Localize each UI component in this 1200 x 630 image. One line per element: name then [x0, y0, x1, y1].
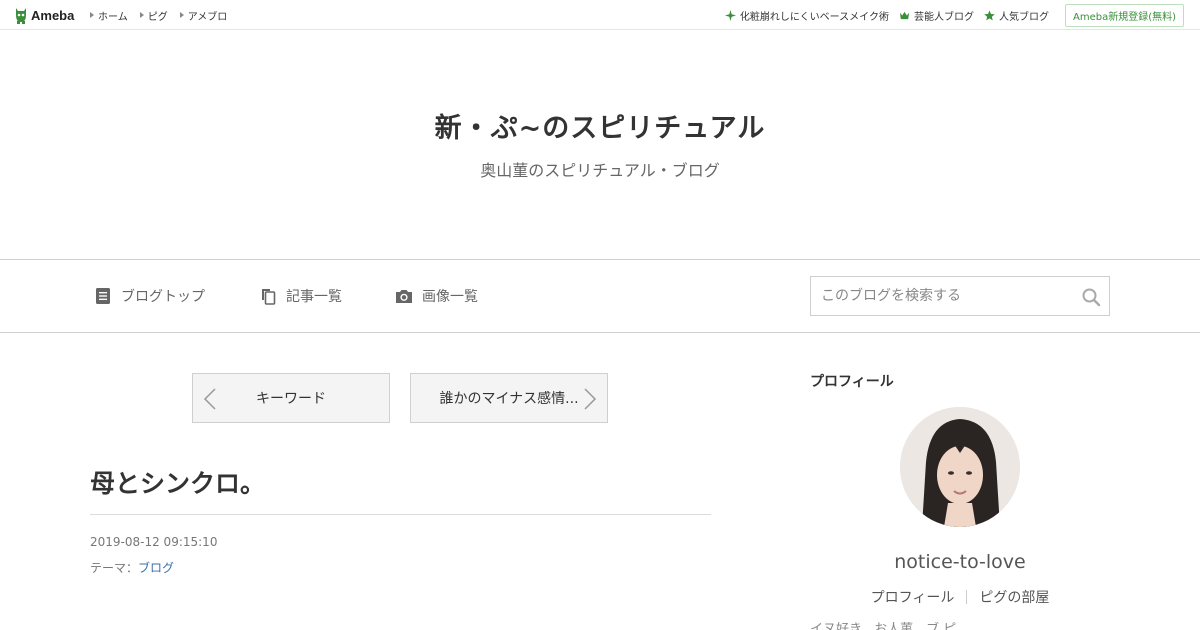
blog-title[interactable]: 新・ぷ~のスピリチュアル	[0, 106, 1200, 145]
global-nav-home[interactable]: ホーム	[90, 8, 128, 23]
nav-label: 画像一覧	[422, 289, 478, 305]
profile-description: イヌ好き、お人菫、ブ ピ	[810, 622, 957, 630]
divider	[90, 514, 711, 515]
copy-icon	[262, 289, 276, 305]
blog-search	[810, 276, 1110, 316]
ameba-logo[interactable]: Ameba	[14, 6, 74, 24]
profile-links: プロフィール ピグの部屋	[810, 587, 1110, 607]
crown-icon	[899, 11, 910, 19]
nav-blog-top[interactable]: ブログトップ	[94, 286, 205, 306]
search-input[interactable]	[811, 277, 1071, 315]
chevron-left-icon	[203, 388, 216, 410]
nav-label: 記事一覧	[286, 289, 342, 305]
profile-name[interactable]: notice-to-love	[810, 551, 1110, 573]
avatar-photo	[900, 407, 1020, 527]
avatar[interactable]	[900, 407, 1020, 527]
entry-theme: テーマ：ブログ	[90, 559, 174, 576]
star-icon	[984, 9, 995, 20]
global-nav: ホーム ピグ アメブロ	[90, 0, 227, 30]
global-header: Ameba ホーム ピグ アメブロ 化粧崩れしにくいベースメイク術 芸能人ブログ	[0, 0, 1200, 30]
global-nav-pigg[interactable]: ピグ	[139, 8, 168, 23]
header-link-celebrity[interactable]: 芸能人ブログ	[899, 8, 974, 23]
document-icon	[96, 288, 110, 304]
next-entry-label: 誰かのマイナス感情...	[439, 391, 579, 407]
pigg-room-link[interactable]: ピグの部屋	[979, 587, 1049, 607]
nav-label: ブログトップ	[121, 289, 205, 305]
header-link-makeup[interactable]: 化粧崩れしにくいベースメイク術	[724, 8, 889, 23]
profile-link[interactable]: プロフィール	[871, 587, 955, 607]
blog-nav: ブログトップ 記事一覧 画像一覧	[0, 259, 1200, 333]
triangle-right-icon	[139, 12, 144, 18]
prev-entry-label: キーワード	[256, 391, 326, 407]
nav-entry-list[interactable]: 記事一覧	[259, 286, 342, 306]
camera-icon	[396, 290, 412, 303]
search-icon[interactable]	[1081, 287, 1101, 307]
header-link-label: 芸能人ブログ	[913, 11, 974, 23]
entry-theme-link[interactable]: ブログ	[138, 561, 174, 575]
chevron-right-icon	[584, 388, 597, 410]
triangle-right-icon	[90, 12, 94, 18]
register-button[interactable]: Ameba新規登録(無料)	[1064, 3, 1184, 27]
profile-heading: プロフィール	[810, 374, 894, 390]
header-link-label: 人気ブログ	[998, 11, 1049, 23]
blog-subtitle: 奥山菫のスピリチュアル・ブログ	[480, 161, 720, 180]
global-nav-label: ピグ	[147, 11, 168, 23]
entry-theme-prefix: テーマ：	[90, 561, 139, 575]
next-entry-button[interactable]: 誰かのマイナス感情...	[410, 373, 608, 423]
triangle-right-icon	[179, 12, 184, 18]
sparkle-icon	[724, 9, 736, 21]
entry-date: 2019-08-12 09:15:10	[90, 535, 218, 549]
prev-entry-button[interactable]: キーワード	[192, 373, 390, 423]
separator	[966, 590, 968, 604]
entry-title[interactable]: 母とシンクロ。	[90, 464, 265, 500]
header-link-popular[interactable]: 人気ブログ	[984, 8, 1049, 23]
global-nav-label: ホーム	[98, 11, 128, 23]
global-nav-label: アメブロ	[187, 11, 228, 23]
header-link-label: 化粧崩れしにくいベースメイク術	[739, 11, 889, 23]
nav-image-list[interactable]: 画像一覧	[395, 286, 478, 306]
logo-text: Ameba	[31, 7, 75, 23]
header-links: 化粧崩れしにくいベースメイク術 芸能人ブログ 人気ブログ Ameba新規登録(無…	[724, 0, 1184, 30]
ameba-mascot-icon	[16, 8, 26, 24]
global-nav-ameblo[interactable]: アメブロ	[179, 8, 228, 23]
